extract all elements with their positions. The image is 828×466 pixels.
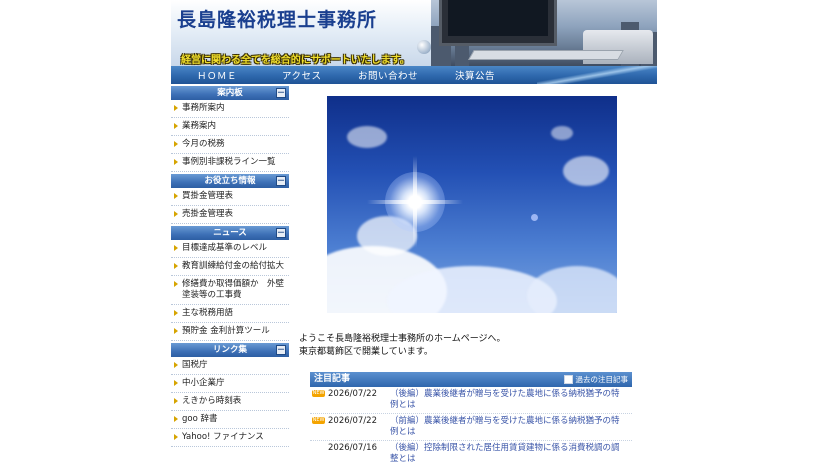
arrow-bullet-icon [174, 141, 178, 147]
arrow-bullet-icon [174, 398, 178, 404]
sidebar-item-news-1[interactable]: 目標達成基準のレベル [171, 240, 289, 258]
arrow-bullet-icon [174, 310, 178, 316]
sidebar-item-news-2[interactable]: 教育訓練給付金の給付拡大 [171, 258, 289, 276]
arrow-bullet-icon [174, 362, 178, 368]
nav-financial-notice[interactable]: 決算公告 [455, 68, 495, 82]
sky-sun-photo [327, 96, 617, 313]
sidebar-item-receivables-sheet[interactable]: 売掛金管理表 [171, 206, 289, 224]
main-navigation: ＨＯＭＥ アクセス お問い合わせ 決算公告 [171, 66, 657, 84]
article-date: 2026/07/16 [328, 443, 377, 453]
sidebar-item-office-info[interactable]: 事務所案内 [171, 100, 289, 118]
sidebar-link-sme-agency[interactable]: 中小企業庁 [171, 375, 289, 393]
nav-access[interactable]: アクセス [282, 68, 322, 82]
site-tagline: 経営に関わる全てを総合的にサポートいたします。 [181, 55, 410, 66]
sidebar-heading-news: ニュース － [171, 226, 289, 240]
sidebar-heading-label: ニュース [213, 228, 247, 238]
sidebar-item-news-3[interactable]: 修繕費か取得価額か 外壁塗装等の工事費 [171, 276, 289, 305]
sidebar-item-news-5[interactable]: 預貯金 金利計算ツール [171, 323, 289, 341]
sidebar-item-nontaxable-list[interactable]: 事例別非課税ライン一覧 [171, 154, 289, 172]
arrow-bullet-icon [174, 211, 178, 217]
featured-heading-label: 注目記事 [314, 374, 351, 384]
sidebar-link-goo-dictionary[interactable]: goo 辞書 [171, 411, 289, 429]
arrow-bullet-icon [174, 193, 178, 199]
sidebar: 案内板 － 事務所案内 業務案内 今月の税務 事例別非課税ライン一覧 お役立ち情… [171, 84, 289, 466]
glass-ball-image [417, 40, 431, 54]
arrow-bullet-icon [174, 123, 178, 129]
keyboard-image [468, 50, 624, 60]
sidebar-heading-label: リンク集 [212, 345, 247, 355]
collapse-toggle-icon[interactable]: － [276, 176, 286, 186]
collapse-toggle-icon[interactable]: － [276, 88, 286, 98]
arrow-bullet-icon [174, 263, 178, 269]
welcome-line-1: ようこそ長島隆裕税理士事務所のホームページへ。 [299, 334, 506, 344]
welcome-message: ようこそ長島隆裕税理士事務所のホームページへ。 東京都葛飾区で開業しています。 [299, 333, 506, 359]
arrow-bullet-icon [174, 380, 178, 386]
sidebar-heading-label: 案内板 [217, 88, 243, 98]
page: 長島隆裕税理士事務所 経営に関わる全てを総合的にサポートいたします。 ＨＯＭＥ … [171, 0, 657, 466]
past-featured-link[interactable]: 過去の注目記事 [563, 374, 628, 385]
sidebar-heading-label: お役立ち情報 [204, 176, 256, 186]
arrow-bullet-icon [174, 434, 178, 440]
article-title[interactable]: （後編）控除制限された居住用賃貸建物に係る消費税調の調整とは [390, 443, 624, 465]
sidebar-heading-guide: 案内板 － [171, 86, 289, 100]
sidebar-item-news-4[interactable]: 主な税務用語 [171, 305, 289, 323]
nav-contact[interactable]: お問い合わせ [358, 68, 418, 82]
article-row[interactable]: 2026/07/16 （後編）控除制限された居住用賃貸建物に係る消費税調の調整とは [310, 441, 632, 466]
welcome-line-2: 東京都葛飾区で開業しています。 [299, 347, 433, 357]
article-row[interactable]: NEW 2026/07/22 （後編）農業後継者が贈与を受けた農地に係る納税猶予の… [310, 387, 632, 414]
main-content: ようこそ長島隆裕税理士事務所のホームページへ。 東京都葛飾区で開業しています。 … [295, 84, 657, 466]
article-title[interactable]: （後編）農業後継者が贈与を受けた農地に係る納税猶予の特例とは [390, 389, 624, 411]
sidebar-link-nta[interactable]: 国税庁 [171, 357, 289, 375]
featured-articles: 注目記事 過去の注目記事 NEW 2026/07/22 （後編）農業後継者が贈与を… [310, 372, 632, 466]
collapse-toggle-icon[interactable]: － [276, 228, 286, 238]
nav-home[interactable]: ＨＯＭＥ [197, 68, 237, 82]
arrow-bullet-icon [174, 105, 178, 111]
arrow-bullet-icon [174, 281, 178, 287]
article-row[interactable]: NEW 2026/07/22 （前編）農業後継者が贈与を受けた農地に係る納税猶予の… [310, 414, 632, 441]
sidebar-item-payables-sheet[interactable]: 買掛金管理表 [171, 188, 289, 206]
article-date: 2026/07/22 [328, 389, 377, 399]
new-badge-icon: NEW [312, 417, 325, 424]
computer-monitor-image [439, 0, 557, 46]
sidebar-item-services[interactable]: 業務案内 [171, 118, 289, 136]
article-date: 2026/07/22 [328, 416, 377, 426]
arrow-bullet-icon [174, 416, 178, 422]
new-badge-icon: NEW [312, 390, 325, 397]
nav-wave-decoration [537, 66, 657, 84]
arrow-bullet-icon [174, 245, 178, 251]
arrow-bullet-icon [174, 159, 178, 165]
site-header: 長島隆裕税理士事務所 経営に関わる全てを総合的にサポートいたします。 [171, 0, 657, 66]
sidebar-item-monthly-tax[interactable]: 今月の税務 [171, 136, 289, 154]
arrow-bullet-icon [174, 328, 178, 334]
site-title[interactable]: 長島隆裕税理士事務所 [177, 5, 377, 32]
sidebar-heading-useful-info: お役立ち情報 － [171, 174, 289, 188]
sidebar-link-yahoo-finance[interactable]: Yahoo! ファイナンス [171, 429, 289, 447]
collapse-toggle-icon[interactable]: － [276, 345, 286, 355]
sidebar-heading-links: リンク集 － [171, 343, 289, 357]
featured-heading: 注目記事 過去の注目記事 [310, 372, 632, 387]
article-title[interactable]: （前編）農業後継者が贈与を受けた農地に係る納税猶予の特例とは [390, 416, 624, 438]
document-icon [563, 375, 573, 384]
sidebar-link-ekikara[interactable]: えきから時刻表 [171, 393, 289, 411]
